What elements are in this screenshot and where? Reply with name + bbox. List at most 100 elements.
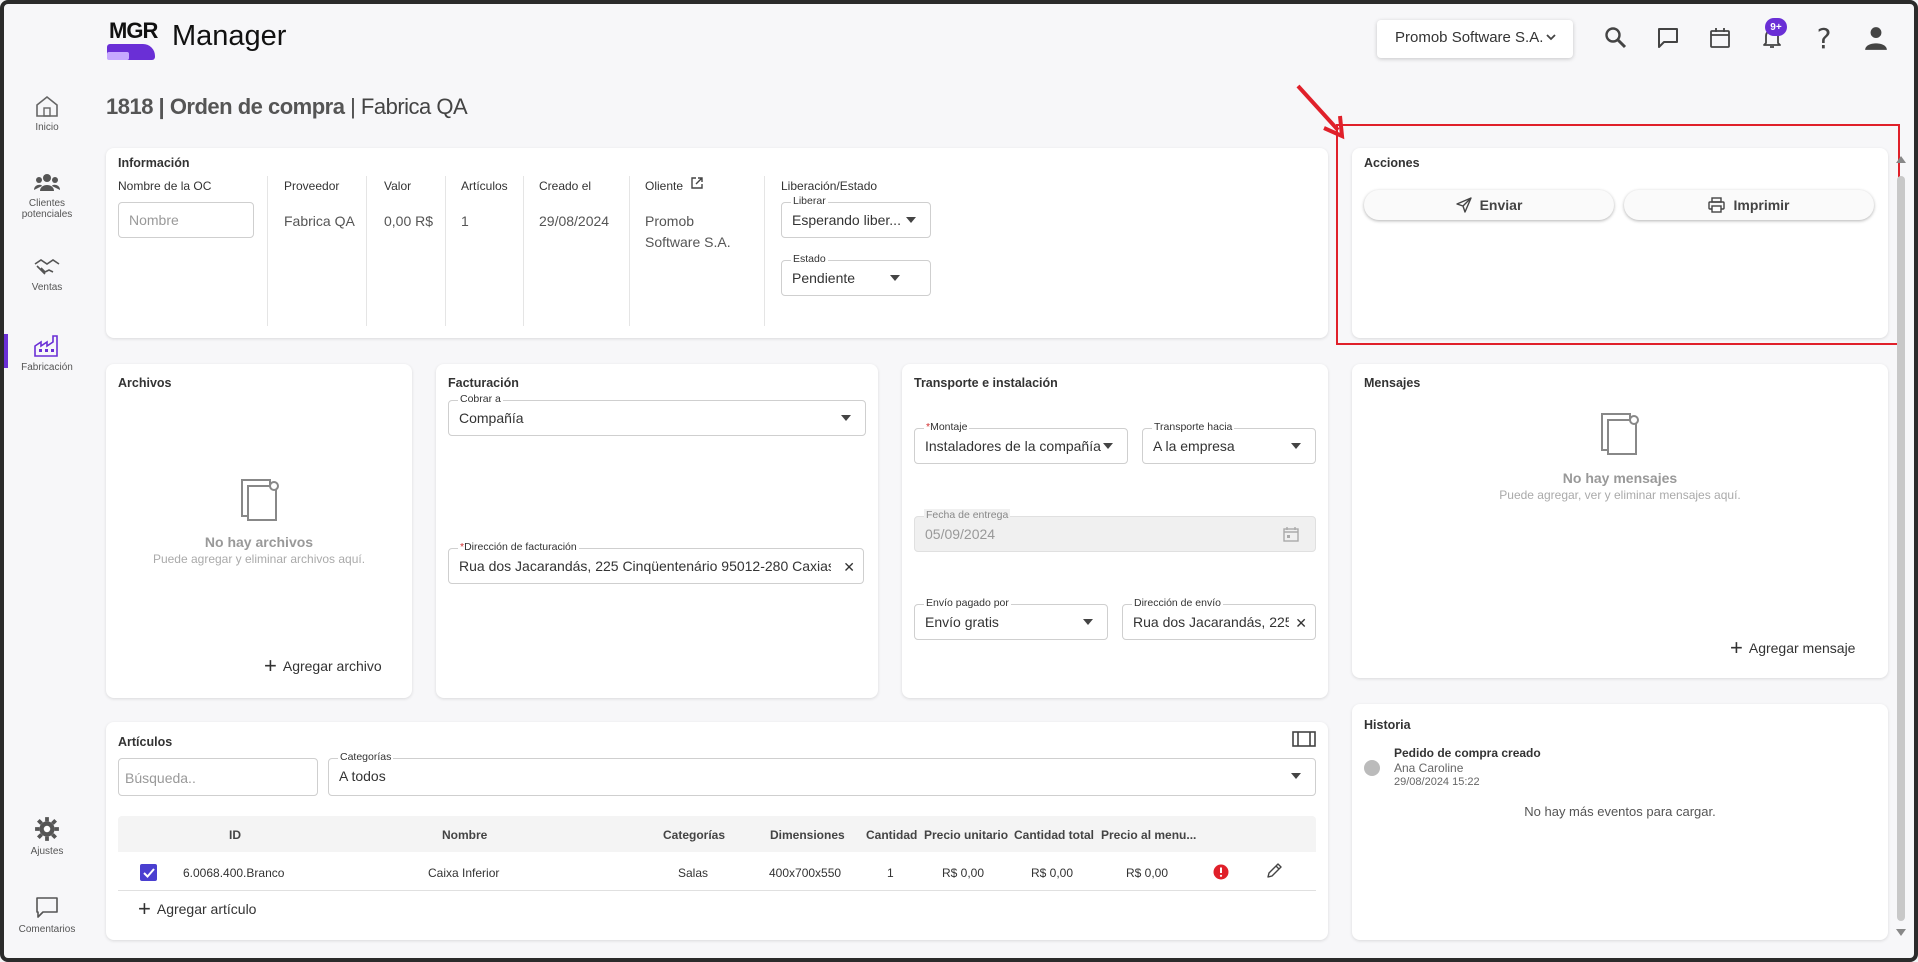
messages-empty-subtitle: Puede agregar, ver y eliminar mensajes a… [1499, 488, 1741, 502]
history-event-dot [1364, 760, 1380, 776]
history-card [1352, 704, 1888, 940]
value-amount: 0,00 R$ [384, 213, 434, 229]
col-id[interactable]: ID [229, 828, 241, 842]
app-title: Manager [172, 20, 287, 52]
caret-down-icon [906, 217, 916, 223]
history-no-more: No hay más eventos para cargar. [1524, 804, 1716, 819]
created-label: Creado el [539, 179, 592, 193]
categories-select[interactable]: Categorías A todos [328, 751, 1316, 796]
files-empty-title: No hay archivos [204, 534, 314, 550]
plus-icon: + [1730, 635, 1743, 660]
cell-precio-unitario: R$ 0,00 [942, 866, 985, 880]
caret-down-icon [841, 415, 851, 421]
chevron-down-icon [1545, 30, 1557, 46]
oc-name-input[interactable]: Nombre [118, 202, 254, 238]
transport-to-select[interactable]: Transporte hacia A la empresa [1142, 421, 1316, 464]
files-empty-subtitle: Puede agregar y eliminar archivos aquí. [152, 552, 366, 566]
plus-icon: + [264, 653, 277, 678]
cell-id: 6.0068.400.Branco [183, 866, 285, 880]
billing-address-field[interactable]: *Dirección de facturación Rua dos Jacara… [448, 541, 864, 584]
montaje-select[interactable]: *Montaje Instaladores de la compañía [914, 421, 1128, 464]
clear-icon[interactable]: ✕ [1295, 615, 1307, 632]
history-event-user: Ana Caroline [1394, 761, 1464, 775]
page-scrollbar[interactable] [1897, 176, 1905, 921]
col-cantidad-total[interactable]: Cantidad total [1014, 828, 1094, 842]
active-indicator [4, 334, 8, 368]
comment-icon [36, 897, 58, 918]
shipping-address-field[interactable]: Dirección de envío Rua dos Jacarandás, 2… [1122, 597, 1316, 640]
scroll-down-icon[interactable] [1895, 928, 1907, 938]
cell-categoria: Salas [678, 866, 709, 880]
col-dimensiones[interactable]: Dimensiones [770, 828, 845, 842]
col-categorias[interactable]: Categorías [663, 828, 725, 842]
page-title-supplier: | Fabrica QA [344, 94, 468, 119]
app-logo[interactable]: MGR [105, 14, 159, 62]
col-nombre[interactable]: Nombre [442, 828, 487, 842]
release-label: Liberación/Estado [781, 179, 878, 193]
message-empty-icon [1601, 413, 1639, 455]
sidebar-item-fabricacion[interactable]: Fabricación [14, 334, 80, 373]
user-icon[interactable] [1862, 24, 1890, 52]
articles-title: Artículos [118, 735, 173, 749]
cobrar-a-select[interactable]: Cobrar a Compañía [448, 393, 866, 436]
external-link-icon[interactable] [690, 176, 704, 195]
calendar-icon [1283, 527, 1299, 542]
col-precio-unitario[interactable]: Precio unitario [924, 828, 1008, 842]
messages-empty-title: No hay mensajes [1562, 470, 1678, 486]
sidebar-item-comentarios[interactable]: Comentarios [14, 896, 80, 935]
home-icon [36, 95, 58, 117]
error-icon[interactable] [1213, 864, 1229, 880]
handshake-icon [34, 259, 60, 275]
row-checkbox[interactable] [140, 864, 157, 881]
shipping-paid-by-select[interactable]: Envío pagado por Envío gratis [914, 597, 1108, 640]
add-article-button[interactable]: + Agregar artículo [138, 898, 256, 920]
add-file-button[interactable]: + Agregar archivo [264, 653, 382, 678]
sidebar-item-label: Fabricación [21, 362, 73, 373]
search-icon[interactable] [1602, 24, 1630, 52]
sidebar-item-ajustes[interactable]: Ajustes [14, 816, 80, 857]
cell-dimensiones: 400x700x550 [769, 866, 842, 880]
supplier-label: Proveedor [284, 179, 340, 193]
logo-text: MGR [109, 18, 158, 43]
client-label: Oliente [645, 179, 684, 193]
calendar-icon[interactable] [1706, 24, 1734, 52]
company-selector[interactable]: Promob Software S.A. [1377, 20, 1573, 58]
col-precio-menu[interactable]: Precio al menu... [1101, 828, 1196, 842]
sidebar-item-inicio[interactable]: Inicio [14, 94, 80, 133]
client-value[interactable]: Promob Software S.A. [645, 211, 731, 253]
notification-badge: 9+ [1765, 18, 1787, 36]
clear-icon[interactable]: ✕ [843, 559, 855, 576]
messages-title: Mensajes [1364, 376, 1421, 390]
articles-label: Artículos [461, 179, 508, 193]
estado-select[interactable]: Estado Pendiente [781, 253, 931, 296]
caret-down-icon [1291, 443, 1301, 449]
sidebar-item-label: Ajustes [30, 846, 64, 857]
articles-search-input[interactable]: Búsqueda.. [118, 758, 318, 796]
help-icon[interactable]: ? [1810, 22, 1838, 55]
history-title: Historia [1364, 718, 1411, 732]
app-window: MGR Manager Promob Software S.A. 9+ ? In… [0, 0, 1918, 962]
sidebar-item-label: Comentarios [18, 924, 76, 935]
history-event-title: Pedido de compra creado [1394, 746, 1541, 760]
supplier-value: Fabrica QA [284, 213, 355, 229]
page-title: 1818 | Orden de compra | Fabrica QA [106, 94, 468, 120]
add-message-button[interactable]: + Agregar mensaje [1730, 635, 1855, 660]
liberar-select[interactable]: Liberar Esperando liber... [781, 195, 931, 238]
page-title-main: 1818 | Orden de compra [106, 94, 345, 119]
caret-down-icon [1103, 443, 1113, 449]
top-bar: MGR Manager Promob Software S.A. 9+ ? [4, 4, 1914, 72]
col-cantidad[interactable]: Cantidad [866, 828, 917, 842]
company-name: Promob Software S.A. [1395, 29, 1544, 46]
columns-icon[interactable] [1292, 730, 1316, 748]
edit-pencil-icon[interactable] [1265, 862, 1283, 880]
scroll-up-icon[interactable] [1895, 154, 1907, 164]
sidebar-item-label: Clientes potenciales [21, 198, 73, 220]
sidebar-item-clientes[interactable]: Clientes potenciales [14, 172, 80, 220]
cell-cantidad-total: R$ 0,00 [1031, 866, 1074, 880]
articles-count: 1 [461, 213, 469, 229]
oc-name-placeholder: Nombre [129, 212, 179, 228]
gear-icon [35, 817, 59, 841]
info-title: Información [118, 156, 190, 170]
sidebar-item-ventas[interactable]: Ventas [14, 256, 80, 293]
chat-icon[interactable] [1654, 24, 1682, 52]
